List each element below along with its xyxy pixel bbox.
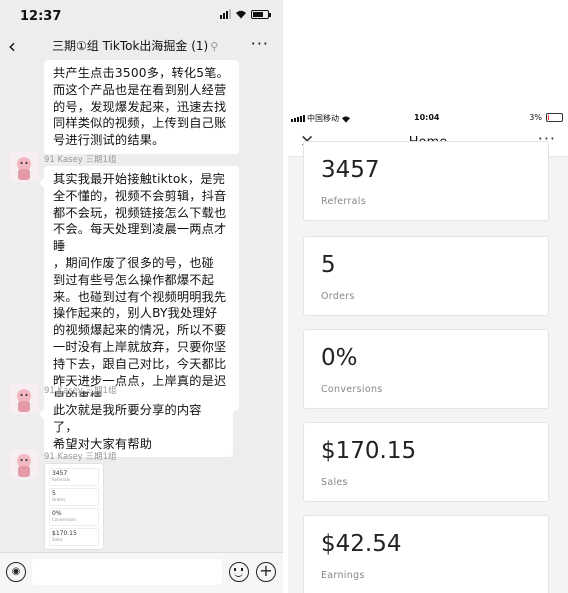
signal-icon bbox=[220, 9, 231, 19]
stat-card-earnings[interactable]: $42.54 Earnings bbox=[303, 515, 549, 593]
stat-label: Orders bbox=[321, 291, 355, 302]
chat-header: ‹ 三期①组 TikTok出海掘金 (1) ⚲ ··· bbox=[0, 30, 283, 60]
message-bubble[interactable]: 共产生点击3500多，转化5笔。 而这个产品也是在看到别人经营 的号，发现爆发起… bbox=[44, 60, 239, 154]
status-bar: 12:37 bbox=[0, 0, 283, 30]
battery-icon bbox=[251, 9, 271, 19]
app-status-bar: 中国移动 10:04 3% bbox=[288, 109, 568, 127]
stat-label: Earnings bbox=[321, 570, 365, 581]
stat-value: 3457 bbox=[321, 157, 380, 183]
image-message-thumbnail[interactable]: 3457 Referrals 5 Orders 0% Conversions $170… bbox=[44, 463, 104, 550]
chat-screen: 12:37 ‹ 三期①组 TikTok出海掘金 (1) ⚲ ··· 共产生点击35… bbox=[0, 0, 283, 593]
wifi-icon bbox=[342, 115, 350, 123]
stat-card-sales[interactable]: $170.15 Sales bbox=[303, 422, 549, 502]
stat-value: $170.15 bbox=[321, 438, 417, 464]
avatar[interactable] bbox=[9, 152, 39, 182]
app-screenshot: 中国移动 10:04 3% ✕ Home ··· 3457 Referrals … bbox=[288, 0, 568, 593]
carrier-name: 中国移动 bbox=[307, 114, 339, 123]
message-bubble[interactable]: 其实我最开始接触tiktok，是完 全不懂的，视频不会剪辑，抖音 都不会玩，视频… bbox=[39, 166, 239, 412]
message-input[interactable] bbox=[32, 559, 222, 585]
thumb-card: 0% Conversions bbox=[49, 508, 99, 526]
sender-name: 91 Kasey 三期1组 bbox=[44, 386, 117, 396]
app-screen: 中国移动 10:04 3% ✕ Home ··· 3457 Referrals … bbox=[288, 109, 568, 593]
avatar[interactable] bbox=[9, 384, 39, 414]
chat-input-bar: ◉ + bbox=[0, 552, 283, 593]
stat-value: 0% bbox=[321, 345, 358, 371]
stat-card-conversions[interactable]: 0% Conversions bbox=[303, 329, 549, 409]
avatar[interactable] bbox=[9, 449, 39, 479]
voice-icon[interactable]: ◉ bbox=[6, 562, 26, 582]
status-time: 12:37 bbox=[20, 9, 62, 24]
chat-title: 三期①组 TikTok出海掘金 (1) ⚲ bbox=[52, 39, 219, 53]
sender-name: 91 Kasey 三期1组 bbox=[44, 452, 117, 462]
avatar-image bbox=[17, 454, 31, 477]
stat-label: Sales bbox=[321, 477, 348, 488]
back-arrow-icon[interactable]: ‹ bbox=[8, 34, 16, 58]
battery-percent: 3% bbox=[529, 113, 542, 122]
stat-card-referrals[interactable]: 3457 Referrals bbox=[303, 141, 549, 221]
stat-label: Conversions bbox=[321, 384, 383, 395]
signal-icon bbox=[291, 115, 305, 122]
battery-icon bbox=[546, 113, 563, 122]
stat-label: Referrals bbox=[321, 196, 366, 207]
message-bubble[interactable]: 此次就是我所要分享的内容了， 希望对大家有帮助 bbox=[39, 397, 233, 458]
thumb-card: 3457 Referrals bbox=[49, 468, 99, 486]
wifi-icon bbox=[236, 10, 246, 19]
thumb-card: 5 Orders bbox=[49, 488, 99, 506]
plus-icon[interactable]: + bbox=[256, 562, 276, 582]
thumb-card: $170.15 Sales bbox=[49, 528, 99, 546]
stat-card-orders[interactable]: 5 Orders bbox=[303, 236, 549, 316]
emoji-icon[interactable] bbox=[229, 562, 249, 582]
avatar-image bbox=[17, 389, 31, 412]
stat-value: 5 bbox=[321, 252, 336, 278]
group-icon: ⚲ bbox=[210, 40, 219, 53]
avatar-image bbox=[17, 157, 31, 180]
stat-value: $42.54 bbox=[321, 531, 402, 557]
more-icon[interactable]: ··· bbox=[251, 34, 269, 53]
app-time: 10:04 bbox=[414, 113, 440, 122]
sender-name: 91 Kasey 三期1组 bbox=[44, 155, 117, 165]
